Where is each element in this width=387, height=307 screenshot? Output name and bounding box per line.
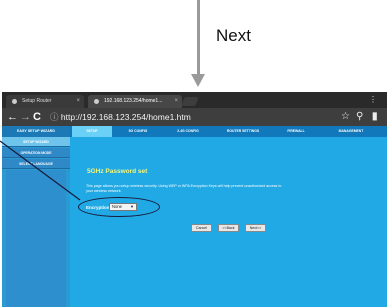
tab-favicon-icon [12,99,17,104]
sidebar: EASY SETUP WIZARD SETUP WIZARD OPERATION… [2,126,70,307]
tab-setup[interactable]: SETUP [72,126,112,137]
back-arrow-icon[interactable]: ← [7,110,18,124]
search-icon[interactable]: ⚲ [356,110,363,124]
tab-bar: Setup Router × 192.168.123.254/home1... … [2,92,387,108]
tab-router-settings[interactable]: ROUTER SETTINGS [216,126,270,137]
sidebar-header[interactable]: EASY SETUP WIZARD [2,126,70,137]
site-info-icon[interactable]: ⓘ [50,112,59,122]
url-text: http://192.168.123.254/home1.htm [60,112,191,122]
forward-arrow-icon[interactable]: → [20,110,31,124]
address-bar: ← → C ⓘ http://192.168.123.254/home1.htm… [2,108,387,126]
tab-router-page[interactable]: 192.168.123.254/home1... × [88,95,182,108]
highlight-ellipse [78,197,160,217]
tab-2g-config[interactable]: 2.4G CONFIG [166,126,210,137]
page-title: 5GHz Password set [87,168,148,175]
tab-5g-config[interactable]: 5G CONFIG [116,126,160,137]
tab-title: 192.168.123.254/home1... [104,98,163,104]
reload-icon[interactable]: C [33,110,41,124]
tab-favicon-icon [94,99,99,104]
tab-close-icon[interactable]: × [76,95,80,108]
page-description: This page allows you setup wireless secu… [86,184,282,193]
next-button[interactable]: Next>> [245,224,266,232]
tab-management[interactable]: MANAGEMENT [320,126,382,137]
sidebar-item-operation-mode[interactable]: OPERATION MODE [2,148,70,158]
tab-close-icon[interactable]: × [174,95,178,108]
tab-setup-router[interactable]: Setup Router × [6,95,84,108]
browser-menu-icon[interactable]: ⋮ [369,96,377,104]
back-button[interactable]: <<Back [218,224,239,232]
router-page: EASY SETUP WIZARD SETUP WIZARD OPERATION… [2,126,387,307]
annotation-next-label: Next [216,26,251,45]
cancel-button[interactable]: Cancel [191,224,212,232]
new-tab-button[interactable] [181,97,199,106]
annotation-arrow-down-icon [191,74,205,87]
sidebar-item-select-language[interactable]: SELECT LANGUAGE [2,159,70,169]
sidebar-panel [6,170,66,307]
tab-firewall[interactable]: FIREWALL [276,126,316,137]
url-field[interactable]: ⓘ http://192.168.123.254/home1.htm [50,110,191,124]
browser-window: Setup Router × 192.168.123.254/home1... … [2,92,387,307]
star-icon[interactable]: ☆ [341,110,350,124]
top-navigation: SETUP 5G CONFIG 2.4G CONFIG ROUTER SETTI… [70,126,387,137]
tab-title: Setup Router [22,98,52,104]
bookmark-icon[interactable]: ▮ [372,110,378,124]
annotation-arrow-shaft [197,0,200,76]
sidebar-item-setup-wizard[interactable]: SETUP WIZARD [2,137,70,147]
